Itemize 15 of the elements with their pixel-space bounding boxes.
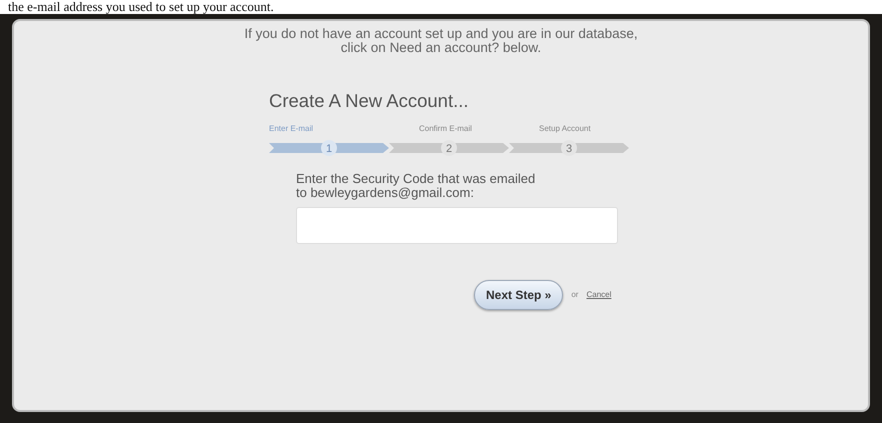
page-heading: Create A New Account... xyxy=(269,89,470,113)
security-code-field[interactable] xyxy=(296,206,618,244)
step-indicator: 3 xyxy=(509,140,629,156)
notice-text: click on Need an account? below. xyxy=(340,41,542,55)
step-label: Enter E-mail xyxy=(269,122,314,135)
cancel-link[interactable]: Cancel xyxy=(586,288,612,301)
or-text: or xyxy=(571,288,578,301)
step-indicator: 2 xyxy=(389,140,509,156)
instruction-text: Enter the Security Code that was emailed to bewleygardens@gmail.com: xyxy=(296,172,536,200)
caption-text: the e-mail address you used to set up your account. xyxy=(7,0,275,14)
step-label: Confirm E-mail xyxy=(419,122,473,135)
step-label: Setup Account xyxy=(539,122,592,135)
step-indicator: 1 xyxy=(269,140,389,156)
notice-text: If you do not have an account set up and you are in our database, xyxy=(243,27,639,41)
next-step-button[interactable]: Next Step » xyxy=(474,280,564,310)
